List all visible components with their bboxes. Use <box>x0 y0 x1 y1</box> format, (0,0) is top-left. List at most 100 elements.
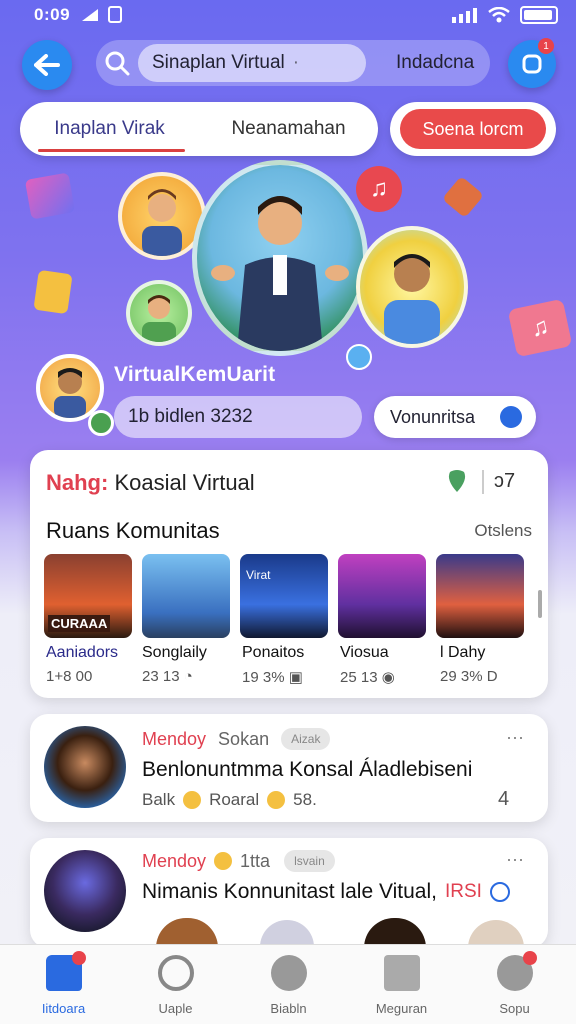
member-avatar-3[interactable] <box>356 226 468 348</box>
room-count-2: 23 13 ◔ <box>142 668 193 685</box>
post-header: Mendoy Sokan Aizak <box>142 728 331 750</box>
scrollbar[interactable] <box>538 590 542 618</box>
section-label: Ruans Komunitas <box>46 518 220 543</box>
status-bar: 0:09 <box>0 0 576 30</box>
more-options-icon[interactable]: ⋯ <box>506 728 525 749</box>
nav-profile[interactable]: Sopu <box>457 951 572 1016</box>
community-button[interactable]: Vonunritsa <box>374 396 536 438</box>
room-count-value: 29 3% <box>440 668 483 685</box>
room-count-3: 19 3% ▣ <box>242 668 303 686</box>
tab-virtual[interactable]: Inaplan Virak <box>20 118 199 152</box>
community-card: Nahg: Koasial Virtual ↄ7 Ruans Komunitas… <box>30 450 548 698</box>
cta-wrapper: Soena lorcm <box>390 102 556 156</box>
emoji-icon <box>267 791 286 809</box>
chat-bubble-icon <box>346 344 372 370</box>
divider <box>482 470 484 494</box>
music-note-icon[interactable]: ♫ <box>356 166 402 212</box>
nav-label: Meguran <box>375 1001 428 1016</box>
post-meta-c: 58. <box>293 790 317 809</box>
person-illustration <box>54 368 86 418</box>
room-name-2: Songlaily <box>142 644 207 661</box>
nav-label: Sopu <box>499 1001 530 1016</box>
viewer-icon: ▣ <box>288 669 303 686</box>
home-icon <box>45 951 86 991</box>
post-author-handle: Sokan <box>218 728 270 749</box>
room-name-3: Ponaitos <box>242 644 305 661</box>
tab-other[interactable]: Neanamahan <box>199 118 378 140</box>
post-tag: Aizak <box>281 728 331 750</box>
room-name-1: Aaniadors <box>46 644 119 661</box>
bottom-nav: Iitdoara Uaple Biabln Meguran Sopu <box>0 944 576 1024</box>
post-card[interactable]: Mendoy Sokan Aizak ⋯ Benlonuntmma Konsal… <box>30 714 548 822</box>
post-tag: lsvain <box>284 850 335 872</box>
nav-chat[interactable]: Biabln <box>231 951 346 1016</box>
post-reply-count[interactable]: 4 <box>498 788 509 811</box>
search-icon <box>105 51 130 76</box>
room-thumbnail-4[interactable] <box>338 554 426 638</box>
back-button[interactable] <box>22 40 72 90</box>
verified-badge-icon <box>88 410 114 436</box>
status-time: 0:09 <box>34 5 71 24</box>
community-title: Nahg: Koasial Virtual <box>46 470 255 496</box>
wifi-icon <box>488 7 510 23</box>
community-icon <box>500 406 522 428</box>
room-thumbnail-3[interactable]: Virat <box>240 554 328 638</box>
room-count-5: 29 3% D <box>440 668 498 685</box>
notification-badge: 1 <box>538 38 554 54</box>
room-count-1: 1+8 00 <box>46 668 93 685</box>
section-more-link[interactable]: Otslens <box>474 521 532 541</box>
more-options-icon[interactable]: ⋯ <box>506 850 525 871</box>
leaf-icon[interactable] <box>444 468 470 494</box>
search-input[interactable]: Sinaplan Virtual · <box>138 44 366 82</box>
profile-icon <box>496 951 537 991</box>
room-name-4: Viosua <box>340 644 389 661</box>
room-count-value: 19 3% <box>242 669 285 686</box>
nav-home[interactable]: Iitdoara <box>6 951 121 1016</box>
search-icon[interactable] <box>489 882 510 902</box>
nav-media[interactable]: Meguran <box>344 951 459 1016</box>
nav-label: Uaple <box>158 1001 193 1016</box>
post-text: Nimanis Konnunitast lale Vitual, <box>142 880 437 903</box>
nav-badge <box>522 951 537 965</box>
post-meta: Balk Roaral 58. <box>142 790 317 810</box>
status-right <box>452 6 558 24</box>
room-thumbnail-2[interactable] <box>142 554 230 638</box>
tab-bar: Inaplan Virak Neanamahan <box>20 102 378 156</box>
search-dots: · <box>292 52 300 73</box>
post-author-name[interactable]: Mendoy <box>142 729 206 750</box>
profile-username: VirtualKemUarit <box>114 363 276 386</box>
hero-host-avatar[interactable] <box>192 160 368 356</box>
post-author-avatar[interactable] <box>44 726 126 808</box>
profile-info[interactable]: 1b bidlen 3232 <box>114 396 362 438</box>
search-bar[interactable]: Sinaplan Virtual · Indadcna <box>96 40 490 86</box>
post-author-name[interactable]: Mendoy <box>142 851 206 872</box>
signal-icon <box>82 9 98 21</box>
community-title-text: Koasial Virtual <box>114 470 255 495</box>
arrow-left-icon <box>34 54 60 76</box>
bell-icon <box>522 54 542 74</box>
host-illustration <box>211 196 349 351</box>
post-meta-a: Balk <box>142 790 176 809</box>
cta-button[interactable]: Soena lorcm <box>400 109 546 149</box>
notification-button[interactable]: 1 <box>508 38 556 88</box>
member-avatar-2[interactable] <box>126 280 192 346</box>
room-poster-text: CURAAA <box>48 615 111 632</box>
nav-search[interactable]: Uaple <box>118 951 233 1016</box>
community-button-label: Vonunritsa <box>390 406 476 427</box>
emoji-icon <box>183 791 202 809</box>
crown-icon <box>214 852 233 870</box>
room-thumbnail-1[interactable]: CURAAA <box>44 554 132 638</box>
rocket-decoration <box>441 175 485 219</box>
room-poster-text: Virat <box>246 568 271 582</box>
avatar-strip <box>60 916 530 948</box>
person-illustration <box>384 254 440 344</box>
viewer-icon: ◔ <box>183 668 193 685</box>
image-icon <box>383 955 420 991</box>
post-tag-red: IRSI <box>444 881 482 902</box>
room-thumbnail-5[interactable] <box>436 554 524 638</box>
stats-icon[interactable]: ↄ7 <box>494 470 515 493</box>
search-filter-label[interactable]: Indadcna <box>396 52 474 74</box>
room-count-value: 25 13 <box>340 669 378 686</box>
sim-icon <box>108 6 122 23</box>
room-count-value: 23 13 <box>142 668 180 685</box>
